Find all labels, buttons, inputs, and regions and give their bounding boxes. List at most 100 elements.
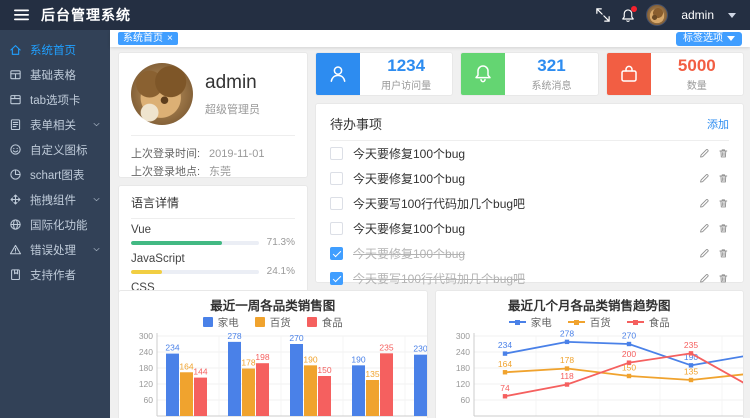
svg-text:178: 178 <box>559 355 573 365</box>
edit-icon[interactable] <box>699 223 710 234</box>
profile-row: 上次登录时间:2019-11-01 <box>131 145 295 163</box>
legend-item: 家电 <box>509 315 552 330</box>
svg-text:270: 270 <box>289 333 303 343</box>
avatar[interactable] <box>646 4 668 26</box>
svg-text:278: 278 <box>559 328 573 338</box>
svg-text:164: 164 <box>497 359 511 369</box>
profile-name: admin <box>205 72 260 94</box>
app: { "header": { "title": "后台管理系统", "userna… <box>0 0 750 418</box>
todo-checkbox[interactable] <box>330 247 343 260</box>
book-icon <box>9 268 23 282</box>
svg-text:118: 118 <box>560 371 574 381</box>
progress-bar <box>131 270 259 274</box>
sidebar-item-label: 基础表格 <box>30 67 76 83</box>
todo-text: 今天要修复100个bug <box>353 220 699 237</box>
todo-checkbox[interactable] <box>330 172 343 185</box>
edit-icon[interactable] <box>699 198 710 209</box>
todo-item: 今天要写100行代码加几个bug吧 <box>330 266 729 291</box>
line-chart-svg: 601201802403001月2月3月4月5月2342782701902301… <box>444 331 745 418</box>
sidebar-item-10[interactable]: 支持作者 <box>0 262 110 287</box>
delete-icon[interactable] <box>718 148 729 159</box>
legend-item: 食品 <box>307 315 343 330</box>
todo-item: 今天要修复100个bug <box>330 141 729 166</box>
delete-icon[interactable] <box>718 173 729 184</box>
stat-card-1: 1234用户访问量 <box>315 52 453 96</box>
sidebar-item-2[interactable]: 基础表格 <box>0 62 110 87</box>
edit-icon[interactable] <box>699 273 710 284</box>
stat-card-2: 321系统消息 <box>460 52 598 96</box>
edit-icon[interactable] <box>699 173 710 184</box>
language-name: JavaScript <box>131 252 295 266</box>
chevron-down-icon[interactable] <box>728 13 736 18</box>
delete-icon[interactable] <box>718 273 729 284</box>
sidebar: 系统首页基础表格 tab选项卡表单相关自定义图标schart图表拖拽组件国际化功能… <box>0 30 110 418</box>
tag-home[interactable]: 系统首页 × <box>118 32 178 45</box>
progress-bar <box>131 241 259 245</box>
todo-text: 今天要写100行代码加几个bug吧 <box>353 195 699 212</box>
sidebar-item-label: 支持作者 <box>30 267 76 283</box>
todo-text: 今天要写100行代码加几个bug吧 <box>353 270 699 287</box>
language-item: Vue71.3% <box>131 223 295 248</box>
profile-detail-rows: 上次登录时间:2019-11-01上次登录地点:东莞 <box>131 145 295 181</box>
smile-icon <box>9 143 23 157</box>
edit-icon[interactable] <box>699 248 710 259</box>
hamburger-icon[interactable] <box>14 9 29 21</box>
todo-item: 今天要写100行代码加几个bug吧 <box>330 191 729 216</box>
delete-icon[interactable] <box>718 198 729 209</box>
todo-checkbox[interactable] <box>330 222 343 235</box>
top-header: 后台管理系统 admin <box>0 0 750 30</box>
svg-text:235: 235 <box>379 342 393 352</box>
bar-chart-legend: 家电百货食品 <box>127 315 419 329</box>
svg-text:60: 60 <box>460 395 470 405</box>
sidebar-item-8[interactable]: 国际化功能 <box>0 212 110 237</box>
profile-row-label: 上次登录地点: <box>131 163 209 181</box>
delete-icon[interactable] <box>718 248 729 259</box>
todo-checkbox[interactable] <box>330 272 343 285</box>
delete-icon[interactable] <box>718 223 729 234</box>
svg-text:300: 300 <box>455 331 469 341</box>
todo-list: 今天要修复100个bug 今天要修复100个bug 今天要写100行代码加几个bug… <box>330 141 729 291</box>
todo-title: 待办事项 <box>330 114 382 133</box>
tag-options-button[interactable]: 标签选项 <box>676 32 742 46</box>
sidebar-item-9[interactable]: 错误处理 <box>0 237 110 262</box>
stat-number: 1234 <box>387 57 425 75</box>
username[interactable]: admin <box>681 8 714 22</box>
bell-icon[interactable] <box>621 8 635 23</box>
tag-close-icon[interactable]: × <box>167 34 173 44</box>
todo-checkbox[interactable] <box>330 147 343 160</box>
sidebar-item-6[interactable]: schart图表 <box>0 162 110 187</box>
profile-row: 上次登录地点:东莞 <box>131 163 295 181</box>
sidebar-item-5[interactable]: 自定义图标 <box>0 137 110 162</box>
todo-checkbox[interactable] <box>330 197 343 210</box>
todo-text: 今天要修复100个bug <box>353 145 699 162</box>
chevron-down-icon <box>92 245 101 254</box>
globe-icon <box>9 218 23 232</box>
tagbar: 系统首页 × 标签选项 <box>110 30 750 47</box>
svg-text:164: 164 <box>179 361 193 371</box>
svg-text:234: 234 <box>165 343 179 353</box>
sidebar-item-3[interactable]: tab选项卡 <box>0 87 110 112</box>
form-icon <box>9 118 23 132</box>
line-chart: 601201802403001月2月3月4月5月2342782701902301… <box>444 331 736 418</box>
sidebar-item-label: tab选项卡 <box>30 92 81 108</box>
todo-item: 今天要修复100个bug <box>330 166 729 191</box>
sidebar-item-1[interactable]: 系统首页 <box>0 37 110 62</box>
profile-row-value: 东莞 <box>209 163 231 181</box>
todo-text: 今天要修复100个bug <box>353 245 699 262</box>
sidebar-item-7[interactable]: 拖拽组件 <box>0 187 110 212</box>
todo-item: 今天要修复100个bug <box>330 216 729 241</box>
profile-role: 超级管理员 <box>205 101 260 117</box>
profile-avatar <box>131 63 193 125</box>
legend-item: 家电 <box>203 315 239 330</box>
edit-icon[interactable] <box>699 148 710 159</box>
svg-text:120: 120 <box>139 379 153 389</box>
user-icon <box>316 53 360 95</box>
sidebar-item-4[interactable]: 表单相关 <box>0 112 110 137</box>
bar-chart-card: 最近一周各品类销售图 家电百货食品 60120180240300周一周二周三周四… <box>118 290 428 418</box>
bar-chart-title: 最近一周各品类销售图 <box>127 298 419 314</box>
bar-chart-svg: 60120180240300周一周二周三周四周五2342782701902301… <box>127 331 428 418</box>
fullscreen-icon[interactable] <box>596 8 610 22</box>
chart-icon <box>9 168 23 182</box>
add-todo-link[interactable]: 添加 <box>707 116 729 132</box>
svg-text:270: 270 <box>621 331 635 341</box>
